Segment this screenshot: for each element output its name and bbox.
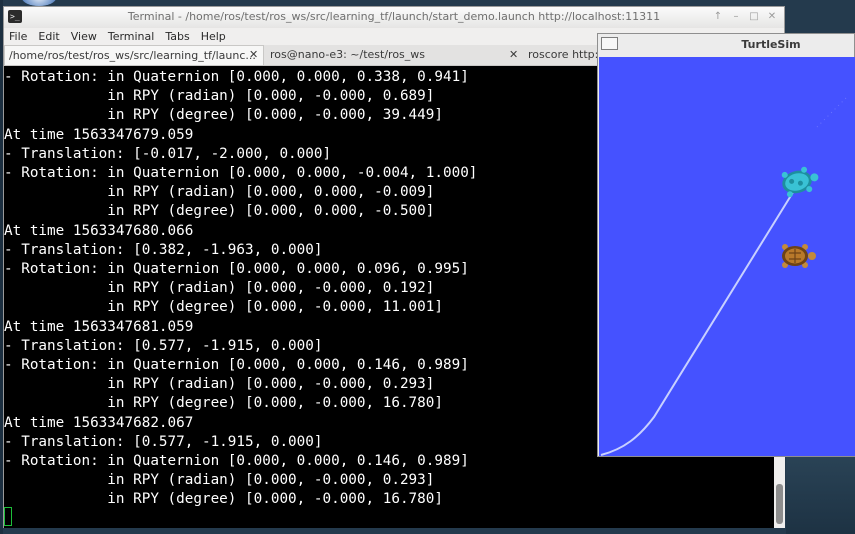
turtlesim-window[interactable]: TurtleSim xyxy=(597,33,855,457)
terminal-line: in RPY (degree) [0.000, -0.000, 16.780] xyxy=(4,491,443,508)
terminal-line: At time 1563347679.059 xyxy=(4,126,194,143)
close-button[interactable]: ✕ xyxy=(766,10,778,24)
terminal-line: At time 1563347681.059 xyxy=(4,318,194,335)
tab-label: /home/ros/test/ros_ws/src/learning_tf/la… xyxy=(9,49,256,62)
terminal-line: - Translation: [0.577, -1.915, 0.000] xyxy=(4,337,323,354)
menu-terminal[interactable]: Terminal xyxy=(103,28,161,45)
tab-roscore[interactable]: roscore http:// xyxy=(524,45,604,65)
menu-edit[interactable]: Edit xyxy=(33,28,65,45)
terminal-line: - Rotation: in Quaternion [0.000, 0.000,… xyxy=(4,357,469,373)
terminal-line: At time 1563347680.066 xyxy=(4,222,194,239)
terminal-line: - Translation: [0.577, -1.915, 0.000] xyxy=(4,433,323,450)
terminal-line: in RPY (degree) [0.000, -0.000, 11.001] xyxy=(4,299,443,316)
window-controls: ↑ – □ ✕ xyxy=(712,10,778,24)
turtle-brown-icon xyxy=(782,244,816,268)
terminal-line: in RPY (radian) [0.000, 0.000, -0.009] xyxy=(4,184,435,201)
terminal-line: - Translation: [0.382, -1.963, 0.000] xyxy=(4,241,323,258)
terminal-line: in RPY (degree) [0.000, 0.000, -0.500] xyxy=(4,203,435,220)
menu-tabs[interactable]: Tabs xyxy=(160,28,195,45)
terminal-line: - Translation: [-0.017, -2.000, 0.000] xyxy=(4,145,332,162)
sparkle-dots xyxy=(816,96,848,128)
terminal-line: in RPY (radian) [0.000, -0.000, 0.293] xyxy=(4,472,435,489)
terminal-line: in RPY (radian) [0.000, -0.000, 0.192] xyxy=(4,280,435,297)
terminal-line: in RPY (radian) [0.000, -0.000, 0.293] xyxy=(4,376,435,393)
terminal-line: - Rotation: in Quaternion [0.000, 0.000,… xyxy=(4,453,469,469)
tab-label: roscore http:// xyxy=(528,48,604,61)
menu-file[interactable]: File xyxy=(4,28,33,45)
terminal-line: At time 1563347682.067 xyxy=(4,414,194,431)
window-title: Terminal - /home/ros/test/ros_ws/src/lea… xyxy=(127,10,661,23)
scrollbar-thumb[interactable] xyxy=(776,484,783,524)
terminal-line: - Rotation: in Quaternion [0.000, 0.000,… xyxy=(4,261,469,277)
menu-help[interactable]: Help xyxy=(196,28,232,45)
terminal-line: - Rotation: in Quaternion [0.000, 0.000,… xyxy=(4,69,469,85)
tab-start-demo[interactable]: /home/ros/test/ros_ws/src/learning_tf/la… xyxy=(4,45,264,65)
tab-close-icon[interactable]: ✕ xyxy=(249,45,258,65)
minimize-button[interactable]: – xyxy=(730,10,742,24)
terminal-titlebar[interactable]: >_ Terminal - /home/ros/test/ros_ws/src/… xyxy=(4,7,784,28)
turtle-teal-icon xyxy=(781,166,819,198)
shade-button[interactable]: ↑ xyxy=(712,10,724,24)
turtle-path-drawing xyxy=(600,96,848,456)
menu-view[interactable]: View xyxy=(66,28,103,45)
turtlesim-title: TurtleSim xyxy=(741,38,801,51)
tab-nano-e3[interactable]: ros@nano-e3: ~/test/ros_ws xyxy=(266,45,516,65)
terminal-line: in RPY (radian) [0.000, -0.000, 0.689] xyxy=(4,88,435,105)
turtle-trail xyxy=(600,188,796,456)
text-cursor xyxy=(4,507,12,526)
terminal-line: in RPY (degree) [0.000, -0.000, 39.449] xyxy=(4,107,443,124)
maximize-button[interactable]: □ xyxy=(748,10,760,24)
turtlesim-canvas xyxy=(599,57,855,456)
terminal-line: in RPY (degree) [0.000, -0.000, 16.780] xyxy=(4,395,443,412)
tab-label: ros@nano-e3: ~/test/ros_ws xyxy=(270,48,426,61)
terminal-line: - Rotation: in Quaternion [0.000, 0.000,… xyxy=(4,165,478,181)
tab-close-icon[interactable]: ✕ xyxy=(509,45,518,65)
desktop-background xyxy=(786,456,855,534)
